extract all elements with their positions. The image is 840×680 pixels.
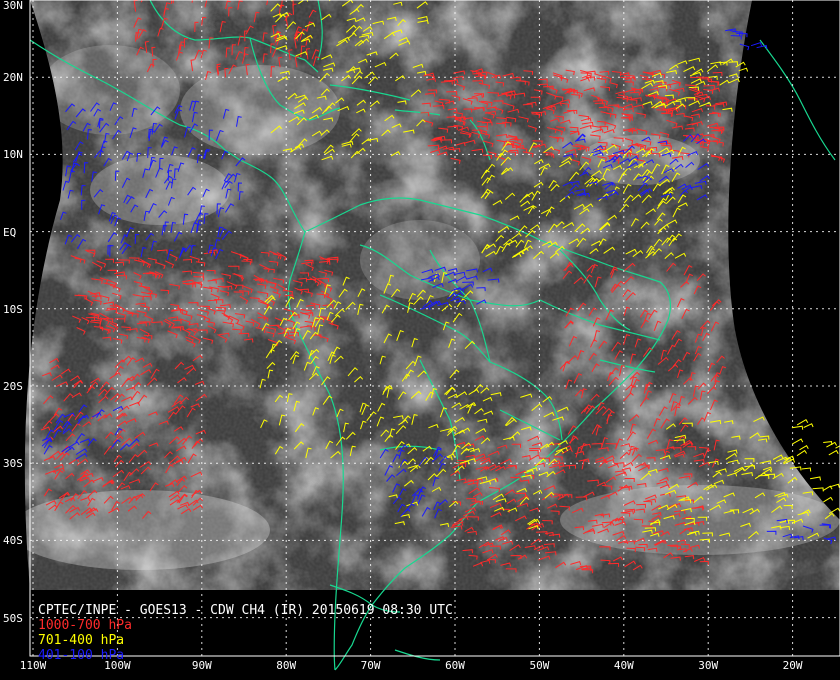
lat-label: EQ bbox=[3, 225, 17, 239]
lon-label: 50W bbox=[529, 659, 550, 672]
legend-item-mid: 701-400 hPa bbox=[38, 633, 125, 648]
legend-item-low: 1000-700 hPa bbox=[38, 618, 132, 633]
lat-label: 50S bbox=[3, 611, 23, 625]
lat-label: 30N bbox=[3, 0, 23, 12]
lon-label: 40W bbox=[613, 659, 634, 672]
lon-label: 20W bbox=[782, 659, 803, 672]
lat-label: 40S bbox=[3, 534, 23, 548]
lon-label: 30W bbox=[698, 659, 719, 672]
lat-label: 30S bbox=[3, 457, 23, 471]
satellite-wind-map bbox=[0, 0, 840, 680]
lat-label: 20S bbox=[3, 380, 23, 393]
satellite-imagery bbox=[24, 0, 840, 590]
lat-label: 10N bbox=[3, 148, 23, 162]
product-title: CPTEC/INPE - GOES13 - CDW CH4 (IR) 20150… bbox=[38, 603, 453, 618]
lat-label: 20N bbox=[3, 71, 23, 85]
legend: CPTEC/INPE - GOES13 - CDW CH4 (IR) 20150… bbox=[38, 603, 453, 663]
legend-item-high: 401-100 hPa bbox=[38, 648, 125, 663]
lat-label: 10S bbox=[3, 302, 23, 316]
